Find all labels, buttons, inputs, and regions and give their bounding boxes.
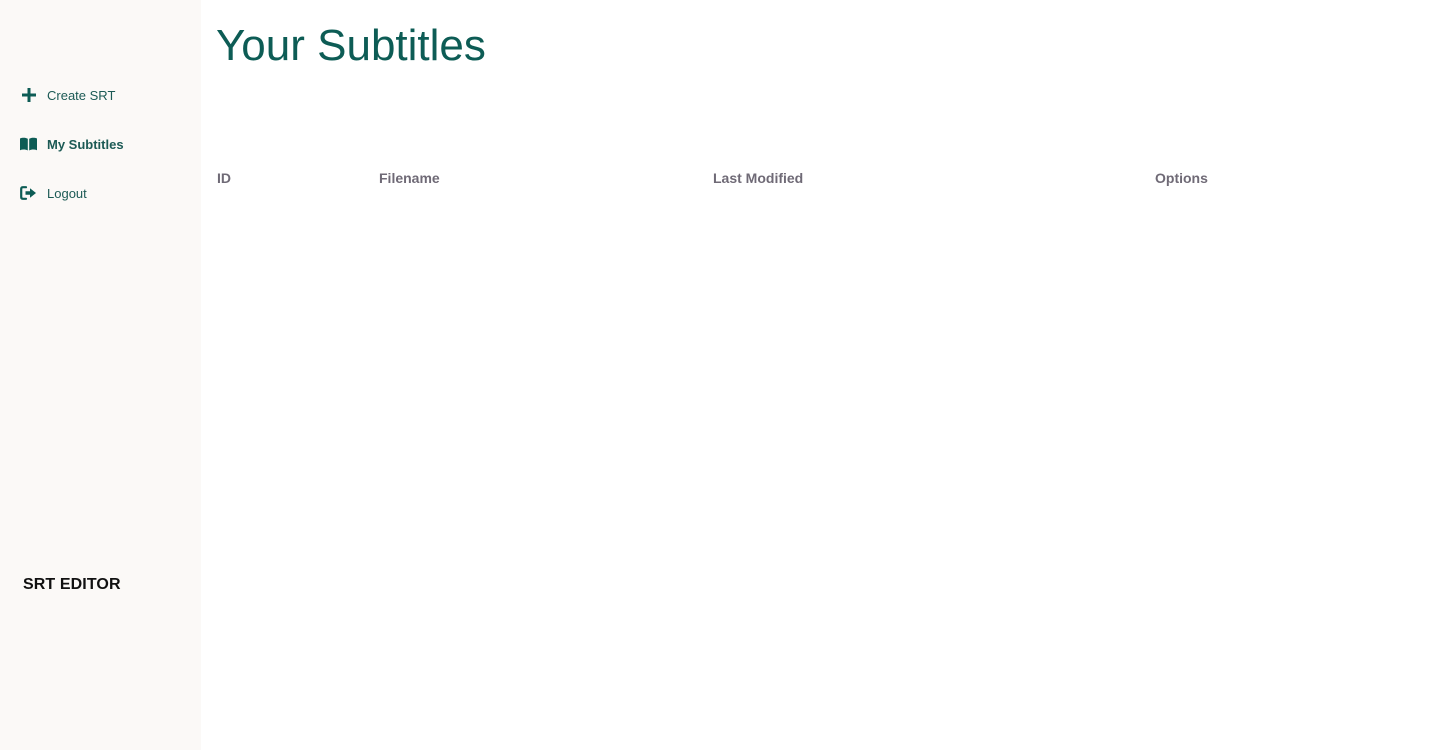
plus-icon	[20, 87, 37, 103]
app-root: Create SRT My Subtitles Logout SRT EDITO…	[0, 0, 1440, 750]
sidebar-item-create-srt[interactable]: Create SRT	[20, 85, 115, 105]
sidebar-item-label: Create SRT	[47, 87, 116, 103]
brand-logo: SRT EDITOR	[23, 576, 121, 593]
column-header-options[interactable]: Options	[1155, 170, 1208, 186]
column-header-filename[interactable]: Filename	[379, 170, 440, 186]
subtitles-table-header: ID Filename Last Modified Options	[0, 170, 1440, 190]
column-header-last-modified[interactable]: Last Modified	[713, 170, 803, 186]
column-header-id[interactable]: ID	[217, 170, 231, 186]
book-open-icon	[20, 136, 37, 152]
sidebar-item-label: My Subtitles	[47, 136, 124, 152]
sidebar: Create SRT My Subtitles Logout SRT EDITO…	[0, 0, 201, 750]
page-title: Your Subtitles	[216, 21, 486, 70]
sidebar-item-my-subtitles[interactable]: My Subtitles	[20, 134, 124, 154]
